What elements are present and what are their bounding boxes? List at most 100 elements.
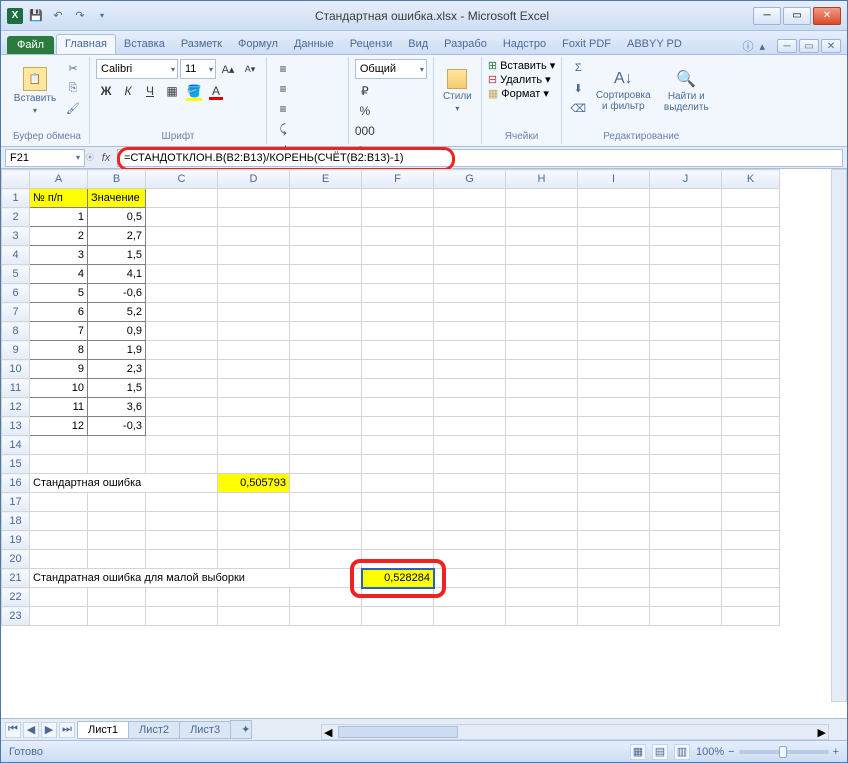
cell-D20[interactable]: [218, 550, 290, 569]
cell-K12[interactable]: [722, 398, 780, 417]
cell-F16[interactable]: [362, 474, 434, 493]
cell-G6[interactable]: [434, 284, 506, 303]
col-header-J[interactable]: J: [650, 170, 722, 189]
cell-F15[interactable]: [362, 455, 434, 474]
cell-G20[interactable]: [434, 550, 506, 569]
cell-J14[interactable]: [650, 436, 722, 455]
row-header-15[interactable]: 15: [2, 455, 30, 474]
cell-K11[interactable]: [722, 379, 780, 398]
cell-A1[interactable]: № п/п: [30, 189, 88, 208]
format-painter-icon[interactable]: 🖌: [63, 99, 83, 117]
row-header-6[interactable]: 6: [2, 284, 30, 303]
tab-home[interactable]: Главная: [56, 34, 116, 54]
orientation-icon[interactable]: ⤹: [273, 119, 293, 139]
cell-A23[interactable]: [30, 607, 88, 626]
col-header-C[interactable]: C: [146, 170, 218, 189]
cell-G12[interactable]: [434, 398, 506, 417]
cell-C8[interactable]: [146, 322, 218, 341]
cell-H6[interactable]: [506, 284, 578, 303]
cell-J12[interactable]: [650, 398, 722, 417]
cell-D9[interactable]: [218, 341, 290, 360]
cell-H18[interactable]: [506, 512, 578, 531]
tab-view[interactable]: Вид: [400, 35, 436, 54]
cell-B9[interactable]: 1,9: [88, 341, 146, 360]
cell-F8[interactable]: [362, 322, 434, 341]
next-sheet-icon[interactable]: ▶: [41, 722, 57, 738]
cell-K17[interactable]: [722, 493, 780, 512]
cell-K14[interactable]: [722, 436, 780, 455]
cell-C23[interactable]: [146, 607, 218, 626]
cell-J4[interactable]: [650, 246, 722, 265]
cell-I2[interactable]: [578, 208, 650, 227]
ribbon-minimize-icon[interactable]: ▴: [759, 40, 765, 53]
cell-G2[interactable]: [434, 208, 506, 227]
cell-E19[interactable]: [290, 531, 362, 550]
cell-D19[interactable]: [218, 531, 290, 550]
cell-D1[interactable]: [218, 189, 290, 208]
sheet-tab-2[interactable]: Лист2: [128, 721, 180, 739]
cell-G16[interactable]: [434, 474, 506, 493]
row-header-12[interactable]: 12: [2, 398, 30, 417]
cell-A4[interactable]: 3: [30, 246, 88, 265]
cell-E8[interactable]: [290, 322, 362, 341]
cell-I15[interactable]: [578, 455, 650, 474]
zoom-in-button[interactable]: +: [833, 746, 839, 758]
cell-I5[interactable]: [578, 265, 650, 284]
cell-A14[interactable]: [30, 436, 88, 455]
cell-F23[interactable]: [362, 607, 434, 626]
cell-F3[interactable]: [362, 227, 434, 246]
tab-foxit[interactable]: Foxit PDF: [554, 35, 619, 54]
cell-K23[interactable]: [722, 607, 780, 626]
undo-icon[interactable]: ↶: [49, 7, 67, 25]
view-pagebreak-icon[interactable]: ▥: [674, 744, 690, 760]
row-header-13[interactable]: 13: [2, 417, 30, 436]
cell-E17[interactable]: [290, 493, 362, 512]
cell-G13[interactable]: [434, 417, 506, 436]
cell-C15[interactable]: [146, 455, 218, 474]
cell-K21[interactable]: [722, 569, 780, 588]
cell-I20[interactable]: [578, 550, 650, 569]
cell-C19[interactable]: [146, 531, 218, 550]
cell-H9[interactable]: [506, 341, 578, 360]
cell-H23[interactable]: [506, 607, 578, 626]
cell-B18[interactable]: [88, 512, 146, 531]
cell-C2[interactable]: [146, 208, 218, 227]
cell-B15[interactable]: [88, 455, 146, 474]
cell-I10[interactable]: [578, 360, 650, 379]
cell-G15[interactable]: [434, 455, 506, 474]
row-header-3[interactable]: 3: [2, 227, 30, 246]
bold-icon[interactable]: Ж: [96, 81, 116, 101]
cell-H10[interactable]: [506, 360, 578, 379]
cell-G11[interactable]: [434, 379, 506, 398]
cell-H2[interactable]: [506, 208, 578, 227]
cell-J6[interactable]: [650, 284, 722, 303]
cell-G4[interactable]: [434, 246, 506, 265]
cell-J23[interactable]: [650, 607, 722, 626]
row-header-11[interactable]: 11: [2, 379, 30, 398]
row-header-16[interactable]: 16: [2, 474, 30, 493]
row-header-23[interactable]: 23: [2, 607, 30, 626]
cell-J5[interactable]: [650, 265, 722, 284]
cell-C11[interactable]: [146, 379, 218, 398]
row-header-21[interactable]: 21: [2, 569, 30, 588]
cell-E2[interactable]: [290, 208, 362, 227]
cell-D2[interactable]: [218, 208, 290, 227]
cell-E22[interactable]: [290, 588, 362, 607]
tab-developer[interactable]: Разрабо: [436, 35, 495, 54]
cell-K5[interactable]: [722, 265, 780, 284]
decrease-font-icon[interactable]: A▾: [240, 59, 260, 79]
cell-J21[interactable]: [650, 569, 722, 588]
cell-G14[interactable]: [434, 436, 506, 455]
cell-F21[interactable]: 0,528284: [362, 569, 434, 588]
row-header-2[interactable]: 2: [2, 208, 30, 227]
cell-J11[interactable]: [650, 379, 722, 398]
cell-K19[interactable]: [722, 531, 780, 550]
col-header-D[interactable]: D: [218, 170, 290, 189]
cell-F19[interactable]: [362, 531, 434, 550]
cell-J19[interactable]: [650, 531, 722, 550]
cell-C7[interactable]: [146, 303, 218, 322]
cell-K4[interactable]: [722, 246, 780, 265]
cell-E15[interactable]: [290, 455, 362, 474]
last-sheet-icon[interactable]: ⏭: [59, 722, 75, 738]
cell-H14[interactable]: [506, 436, 578, 455]
